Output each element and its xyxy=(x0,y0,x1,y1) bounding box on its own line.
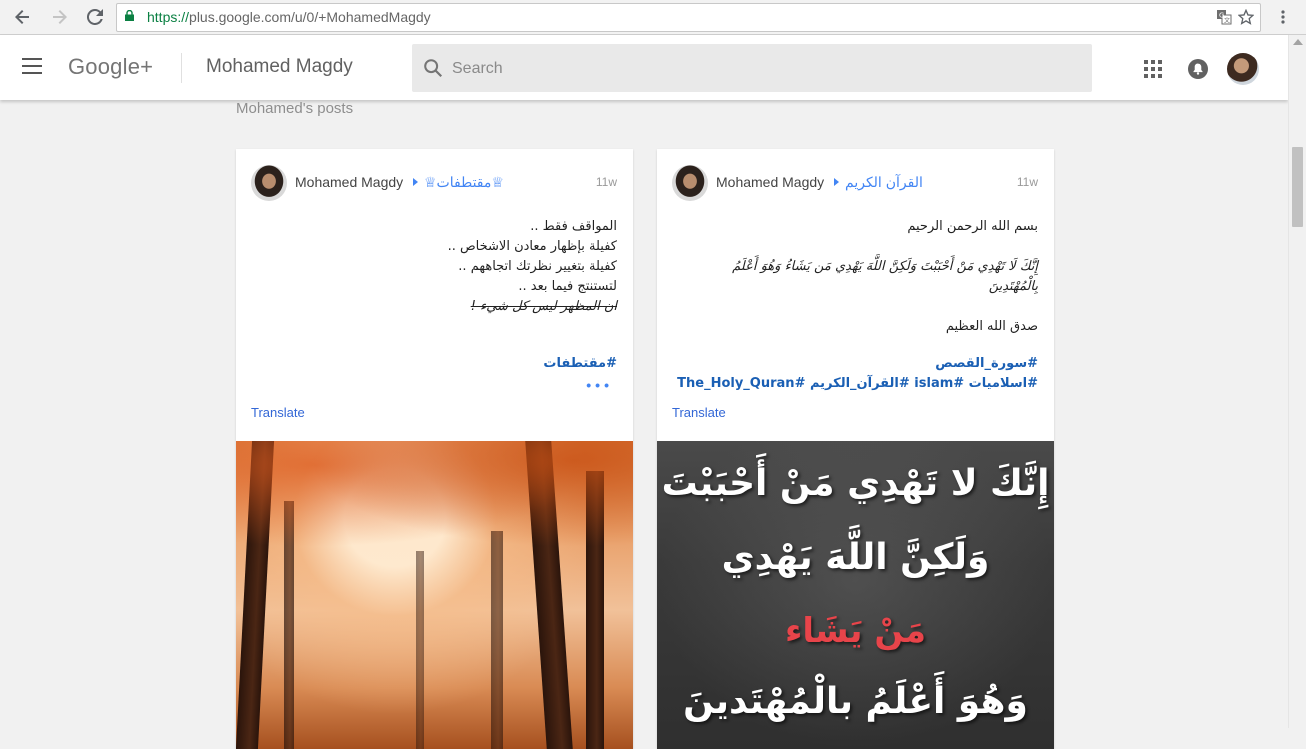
google-plus-logo[interactable]: Google+ xyxy=(68,54,153,80)
browser-toolbar: https://plus.google.com/u/0/+MohamedMagd… xyxy=(0,0,1306,35)
post-card: Mohamed Magdy القرآن الكريم 11w بسم الله… xyxy=(657,149,1054,749)
scroll-up-icon[interactable] xyxy=(1293,39,1303,45)
quran-image-line: وَلَكِنَّ اللَّهَ يَهْدِي xyxy=(721,537,990,578)
chrome-menu-icon[interactable] xyxy=(1276,6,1290,28)
post-line xyxy=(672,297,1038,317)
post-line: المواقف فقط .. xyxy=(530,219,617,234)
post-hashtag[interactable]: #سورة_القصص xyxy=(935,356,1038,371)
quran-image-line: وَهُوَ أَعْلَمُ بالْمُهْتَدينَ xyxy=(683,681,1028,722)
post-line: صدق الله العظيم xyxy=(945,319,1038,334)
post-author[interactable]: Mohamed Magdy xyxy=(295,174,403,190)
section-title: Mohamed's posts xyxy=(236,100,354,117)
gplus-header: Google+ Mohamed Magdy xyxy=(0,35,1288,100)
bookmark-star-icon[interactable] xyxy=(1237,8,1255,26)
translate-link[interactable]: Translate xyxy=(672,405,726,420)
search-box[interactable] xyxy=(412,44,1092,94)
svg-text:文: 文 xyxy=(1224,17,1230,25)
post-time[interactable]: 11w xyxy=(596,175,617,189)
collection-arrow-icon xyxy=(413,178,418,186)
post-time[interactable]: 11w xyxy=(1017,175,1038,189)
scroll-thumb[interactable] xyxy=(1292,147,1303,227)
search-icon xyxy=(424,59,443,78)
post-text: المواقف فقط .. كفيلة بإظهار معادن الاشخا… xyxy=(251,217,617,317)
author-avatar[interactable] xyxy=(251,165,287,201)
apps-grid-icon[interactable] xyxy=(1143,59,1163,79)
more-tags-icon[interactable]: ••• xyxy=(586,377,613,393)
post-line: بِالْمُهْتَدِينَ xyxy=(988,279,1038,294)
post-line: إِنَّكَ لَا تَهْدِي مَنْ أَحْبَبْتَ وَلَ… xyxy=(732,259,1038,274)
post-line: كفيلة بتغيير نظرتك اتجاههم .. xyxy=(458,259,617,274)
back-icon[interactable] xyxy=(10,5,34,29)
notifications-bell-icon[interactable] xyxy=(1187,58,1209,80)
account-avatar[interactable] xyxy=(1227,53,1259,85)
post-hashtag[interactable]: #مقتطفات xyxy=(543,356,617,371)
address-bar[interactable]: https://plus.google.com/u/0/+MohamedMagd… xyxy=(116,3,1261,32)
header-divider xyxy=(181,53,182,83)
post-card: Mohamed Magdy ♕مقتطفات♕ 11w المواقف فقط … xyxy=(236,149,633,749)
lock-icon xyxy=(125,10,134,21)
url-text: https://plus.google.com/u/0/+MohamedMagd… xyxy=(147,9,431,25)
post-line xyxy=(672,237,1038,257)
post-image-quran[interactable]: إِنَّكَ لا تَهْدِي مَنْ أَحْبَبْتَ وَلَك… xyxy=(657,441,1054,749)
post-line: لتستنتج فيما بعد .. xyxy=(518,279,617,294)
post-collection[interactable]: القرآن الكريم xyxy=(845,174,923,191)
menu-icon[interactable] xyxy=(22,58,42,76)
quran-image-line: مَنْ يَشَاء xyxy=(785,611,926,651)
post-author[interactable]: Mohamed Magdy xyxy=(716,174,824,190)
translate-page-icon[interactable]: G文 xyxy=(1215,8,1233,26)
page-scrollbar[interactable] xyxy=(1288,35,1306,728)
page-title: Mohamed Magdy xyxy=(206,56,353,77)
post-line: بسم الله الرحمن الرحيم xyxy=(907,219,1038,234)
translate-link[interactable]: Translate xyxy=(251,405,305,420)
post-line: كفيلة بإظهار معادن الاشخاص .. xyxy=(447,239,617,254)
search-input[interactable] xyxy=(450,44,1074,94)
post-line: ان المظهر ليس كل شيء ! xyxy=(470,299,617,314)
post-tags[interactable]: #اسلاميات #islam #القرآن_الكريم #The_Hol… xyxy=(677,376,1038,391)
post-collection[interactable]: ♕مقتطفات♕ xyxy=(424,174,504,191)
quran-image-line: إِنَّكَ لا تَهْدِي مَنْ أَحْبَبْتَ xyxy=(661,463,1050,504)
forward-icon[interactable] xyxy=(48,5,72,29)
reload-icon[interactable] xyxy=(83,5,107,29)
post-text: بسم الله الرحمن الرحيم إِنَّكَ لَا تَهْد… xyxy=(672,217,1038,337)
author-avatar[interactable] xyxy=(672,165,708,201)
collection-arrow-icon xyxy=(834,178,839,186)
post-image-forest[interactable] xyxy=(236,441,633,749)
